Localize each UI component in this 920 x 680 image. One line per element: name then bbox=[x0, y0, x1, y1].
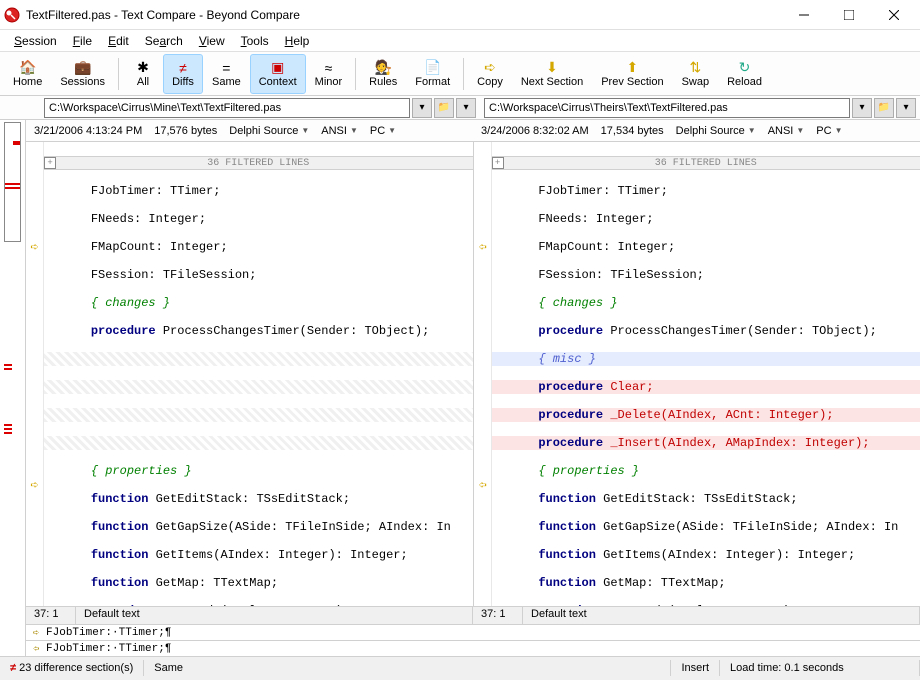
left-browse-menu[interactable]: ▾ bbox=[456, 98, 476, 118]
app-icon bbox=[4, 7, 20, 23]
preview-arrow-icon: ➪ bbox=[26, 626, 46, 640]
left-source-dropdown[interactable]: Delphi Source▼ bbox=[229, 125, 309, 137]
thumbnail-overview[interactable] bbox=[0, 120, 26, 656]
left-cursor-pos: 37: 1 bbox=[26, 607, 76, 624]
format-button[interactable]: 📄Format bbox=[406, 54, 459, 94]
arrow-up-icon: ⬆ bbox=[624, 60, 640, 76]
sessions-button[interactable]: 💼Sessions bbox=[51, 54, 114, 94]
right-browse-button[interactable]: 📁 bbox=[874, 98, 894, 118]
minimize-button[interactable] bbox=[781, 0, 826, 30]
menu-tools[interactable]: Tools bbox=[233, 32, 277, 50]
reload-button[interactable]: ↻Reload bbox=[718, 54, 771, 94]
expand-icon[interactable]: + bbox=[44, 157, 56, 169]
diffs-button[interactable]: ≠Diffs bbox=[163, 54, 203, 94]
swap-button[interactable]: ⇅Swap bbox=[673, 54, 719, 94]
pathbar: ▾ 📁 ▾ ▾ 📁 ▾ bbox=[0, 96, 920, 120]
titlebar: TextFiltered.pas - Text Compare - Beyond… bbox=[0, 0, 920, 30]
left-lineend-dropdown[interactable]: PC▼ bbox=[370, 125, 396, 137]
all-button[interactable]: ✱All bbox=[123, 54, 163, 94]
line-preview-top: ➪ FJobTimer:·TTimer;¶ bbox=[26, 624, 920, 640]
right-encoding-dropdown[interactable]: ANSI▼ bbox=[768, 125, 805, 137]
left-code-text[interactable]: +36 FILTERED LINES FJobTimer: TTimer; FN… bbox=[44, 142, 473, 606]
left-path-dropdown[interactable]: ▾ bbox=[412, 98, 432, 118]
right-lineend-dropdown[interactable]: PC▼ bbox=[816, 125, 842, 137]
context-icon: ▣ bbox=[270, 60, 286, 76]
right-text-type: Default text bbox=[523, 607, 920, 624]
status-load-time: Load time: 0.1 seconds bbox=[720, 660, 920, 676]
briefcase-icon: 💼 bbox=[75, 60, 91, 76]
menu-edit[interactable]: Edit bbox=[100, 32, 137, 50]
right-bytes: 17,534 bytes bbox=[601, 125, 664, 137]
statusbar: ≠ 23 difference section(s) Same Insert L… bbox=[0, 656, 920, 678]
referee-icon: 🧑‍⚖️ bbox=[375, 60, 391, 76]
menubar: Session File Edit Search View Tools Help bbox=[0, 30, 920, 52]
separator bbox=[463, 58, 464, 90]
right-code-text[interactable]: +36 FILTERED LINES FJobTimer: TTimer; FN… bbox=[492, 142, 920, 606]
separator bbox=[118, 58, 119, 90]
left-browse-button[interactable]: 📁 bbox=[434, 98, 454, 118]
right-gutter: ➪ ➪ bbox=[474, 142, 492, 606]
asterisk-icon: ✱ bbox=[135, 60, 151, 76]
arrow-right-icon: ➪ bbox=[482, 60, 498, 76]
menu-view[interactable]: View bbox=[191, 32, 233, 50]
home-button[interactable]: 🏠Home bbox=[4, 54, 51, 94]
left-encoding-dropdown[interactable]: ANSI▼ bbox=[321, 125, 358, 137]
reload-icon: ↻ bbox=[737, 60, 753, 76]
menu-file[interactable]: File bbox=[65, 32, 100, 50]
left-gutter: ➪ ➪ bbox=[26, 142, 44, 606]
format-icon: 📄 bbox=[425, 60, 441, 76]
menu-session[interactable]: Session bbox=[6, 32, 65, 50]
filter-line[interactable]: +36 FILTERED LINES bbox=[492, 156, 920, 170]
right-path-input[interactable] bbox=[484, 98, 850, 118]
not-equal-icon: ≠ bbox=[10, 662, 16, 674]
left-text-type: Default text bbox=[76, 607, 473, 624]
filter-line[interactable]: +36 FILTERED LINES bbox=[44, 156, 473, 170]
diff-arrow-icon: ➪ bbox=[474, 240, 491, 254]
left-code-pane[interactable]: ➪ ➪ +36 FILTERED LINES FJobTimer: TTimer… bbox=[26, 142, 474, 606]
same-button[interactable]: =Same bbox=[203, 54, 250, 94]
arrow-down-icon: ⬇ bbox=[544, 60, 560, 76]
prev-section-button[interactable]: ⬆Prev Section bbox=[592, 54, 672, 94]
right-path-dropdown[interactable]: ▾ bbox=[852, 98, 872, 118]
copy-button[interactable]: ➪Copy bbox=[468, 54, 512, 94]
context-button[interactable]: ▣Context bbox=[250, 54, 306, 94]
menu-search[interactable]: Search bbox=[137, 32, 191, 50]
swap-icon: ⇅ bbox=[687, 60, 703, 76]
close-button[interactable] bbox=[871, 0, 916, 30]
status-diffs: ≠ 23 difference section(s) bbox=[0, 660, 144, 676]
diff-arrow-icon: ➪ bbox=[26, 478, 43, 492]
diff-arrow-icon: ➪ bbox=[474, 478, 491, 492]
status-insert: Insert bbox=[671, 660, 720, 676]
toolbar: 🏠Home 💼Sessions ✱All ≠Diffs =Same ▣Conte… bbox=[0, 52, 920, 96]
home-icon: 🏠 bbox=[20, 60, 36, 76]
approx-icon: ≈ bbox=[320, 60, 336, 76]
minor-button[interactable]: ≈Minor bbox=[306, 54, 352, 94]
right-code-pane[interactable]: ➪ ➪ +36 FILTERED LINES FJobTimer: TTimer… bbox=[474, 142, 920, 606]
left-date: 3/21/2006 4:13:24 PM bbox=[34, 125, 142, 137]
diff-arrow-icon: ➪ bbox=[26, 240, 43, 254]
right-cursor-pos: 37: 1 bbox=[473, 607, 523, 624]
separator bbox=[355, 58, 356, 90]
right-date: 3/24/2006 8:32:02 AM bbox=[481, 125, 589, 137]
rules-button[interactable]: 🧑‍⚖️Rules bbox=[360, 54, 406, 94]
menu-help[interactable]: Help bbox=[277, 32, 318, 50]
right-source-dropdown[interactable]: Delphi Source▼ bbox=[676, 125, 756, 137]
infobar: 3/21/2006 4:13:24 PM 17,576 bytes Delphi… bbox=[26, 120, 920, 142]
expand-icon[interactable]: + bbox=[492, 157, 504, 169]
line-preview-bottom: ➪ FJobTimer:·TTimer;¶ bbox=[26, 640, 920, 656]
status-same: Same bbox=[144, 660, 671, 676]
next-section-button[interactable]: ⬇Next Section bbox=[512, 54, 592, 94]
not-equal-icon: ≠ bbox=[175, 60, 191, 76]
left-bytes: 17,576 bytes bbox=[154, 125, 217, 137]
pane-status: 37: 1 Default text 37: 1 Default text bbox=[26, 606, 920, 624]
maximize-button[interactable] bbox=[826, 0, 871, 30]
left-path-input[interactable] bbox=[44, 98, 410, 118]
preview-arrow-icon: ➪ bbox=[26, 642, 46, 656]
equal-icon: = bbox=[218, 60, 234, 76]
window-title: TextFiltered.pas - Text Compare - Beyond… bbox=[26, 8, 781, 22]
right-browse-menu[interactable]: ▾ bbox=[896, 98, 916, 118]
